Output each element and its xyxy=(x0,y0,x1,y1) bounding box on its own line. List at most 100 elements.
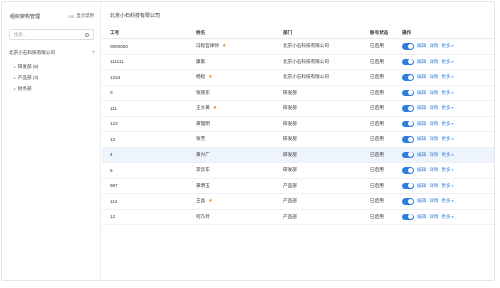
more-label: 更多 xyxy=(441,105,451,111)
toggle-label: 显示禁用 xyxy=(76,13,94,18)
cell-dept: 研发部 xyxy=(283,89,297,95)
toggle-switch-icon[interactable] xyxy=(68,14,75,18)
tree-item-label: 研发部 (8) xyxy=(17,63,39,69)
more-dropdown[interactable]: 更多 ▾ xyxy=(441,59,453,65)
chevron-right-icon[interactable]: ▸ xyxy=(14,87,16,91)
more-dropdown[interactable]: 更多 ▾ xyxy=(441,214,453,220)
edit-link[interactable]: 编辑 xyxy=(417,74,426,80)
table-row[interactable]: 12 何乃玲 产品部 已启用 编辑 详情 更多 ▾ xyxy=(102,210,494,225)
cell-status: 已启用 xyxy=(370,213,384,219)
edit-link[interactable]: 编辑 xyxy=(417,198,426,204)
employee-name: 冯程哲律师 xyxy=(196,43,219,49)
cell-dept: 研发部 xyxy=(283,120,297,126)
detail-link[interactable]: 详情 xyxy=(429,214,438,220)
more-dropdown[interactable]: 更多 ▾ xyxy=(441,43,453,49)
table-row[interactable]: 987 黄明玉 产品部 已启用 编辑 详情 更多 ▾ xyxy=(102,179,494,194)
edit-link[interactable]: 编辑 xyxy=(417,152,426,158)
account-toggle[interactable] xyxy=(402,213,414,220)
edit-link[interactable]: 编辑 xyxy=(417,136,426,142)
cell-dept: 产品部 xyxy=(283,213,297,219)
employee-name: 李云东 xyxy=(196,167,210,173)
chevron-right-icon[interactable]: ▸ xyxy=(14,65,16,69)
table-row[interactable]: 111111 康家 北京小石科技有限公司 已启用 编辑 详情 更多 ▾ xyxy=(102,55,494,70)
more-label: 更多 xyxy=(441,136,451,142)
tree-item-rd[interactable]: ▸ 研发部 (8) xyxy=(14,63,38,70)
employee-name: 何乃玲 xyxy=(196,213,210,219)
more-dropdown[interactable]: 更多 ▾ xyxy=(441,74,453,80)
edit-link[interactable]: 编辑 xyxy=(417,214,426,220)
search-placeholder: 搜索... xyxy=(14,31,27,37)
more-label: 更多 xyxy=(441,198,451,204)
account-toggle[interactable] xyxy=(402,58,414,65)
detail-link[interactable]: 详情 xyxy=(429,198,438,204)
account-toggle[interactable] xyxy=(402,167,414,174)
more-dropdown[interactable]: 更多 ▾ xyxy=(441,136,453,142)
detail-link[interactable]: 详情 xyxy=(429,43,438,49)
detail-link[interactable]: 详情 xyxy=(429,59,438,65)
cell-status: 已启用 xyxy=(370,182,384,188)
sidebar-search-input[interactable]: 搜索... xyxy=(9,29,94,40)
chevron-down-icon: ▾ xyxy=(451,59,454,64)
cell-name: 康家 xyxy=(196,59,205,65)
cell-name: 张芳 xyxy=(196,136,205,142)
edit-link[interactable]: 编辑 xyxy=(417,43,426,49)
table-row[interactable]: 0 张晓东 研发部 已启用 编辑 详情 更多 ▾ xyxy=(102,86,494,101)
account-toggle[interactable] xyxy=(402,198,414,205)
star-icon: ★ xyxy=(208,198,213,205)
table-row[interactable]: 1234 杨程 ★ 北京小石科技有限公司 已启用 编辑 详情 更多 ▾ xyxy=(102,70,494,86)
edit-link[interactable]: 编辑 xyxy=(417,121,426,127)
cell-name: 冯程哲律师 ★ xyxy=(196,43,226,49)
col-header-ops: 操作 xyxy=(402,29,412,35)
detail-link[interactable]: 详情 xyxy=(429,183,438,189)
edit-link[interactable]: 编辑 xyxy=(417,59,426,65)
account-toggle[interactable] xyxy=(402,105,414,112)
detail-link[interactable]: 详情 xyxy=(429,121,438,127)
more-dropdown[interactable]: 更多 ▾ xyxy=(441,167,453,173)
more-dropdown[interactable]: 更多 ▾ xyxy=(441,183,453,189)
add-icon[interactable]: + xyxy=(91,50,95,56)
detail-link[interactable]: 详情 xyxy=(429,167,438,173)
edit-link[interactable]: 编辑 xyxy=(417,105,426,111)
more-dropdown[interactable]: 更多 ▾ xyxy=(441,121,453,127)
account-toggle[interactable] xyxy=(402,89,414,96)
show-disabled-toggle[interactable]: 显示禁用 xyxy=(68,13,94,19)
table-row[interactable]: 114 王晶 ★ 产品部 已启用 编辑 详情 更多 ▾ xyxy=(102,194,494,210)
table-row[interactable]: 4 黄兴广 研发部 已启用 编辑 详情 更多 ▾ xyxy=(102,147,494,163)
tree-root-company[interactable]: 北京小石科技有限公司 + xyxy=(9,49,95,57)
table-row[interactable]: 0000000 冯程哲律师 ★ 北京小石科技有限公司 已启用 编辑 详情 更多 ▾ xyxy=(102,39,494,55)
more-dropdown[interactable]: 更多 ▾ xyxy=(441,90,453,96)
table-row[interactable]: 111 王大黄 ★ 研发部 已启用 编辑 详情 更多 ▾ xyxy=(102,101,494,117)
tree-item-product[interactable]: ▸ 产品部 (3) xyxy=(14,74,38,81)
cell-id: 0 xyxy=(110,90,113,96)
cell-status: 已启用 xyxy=(370,151,384,157)
chevron-down-icon: ▾ xyxy=(451,152,454,157)
account-toggle[interactable] xyxy=(402,120,414,127)
more-dropdown[interactable]: 更多 ▾ xyxy=(441,198,453,204)
detail-link[interactable]: 详情 xyxy=(429,74,438,80)
account-toggle[interactable] xyxy=(402,136,414,143)
more-dropdown[interactable]: 更多 ▾ xyxy=(441,105,453,111)
edit-link[interactable]: 编辑 xyxy=(417,167,426,173)
table-row[interactable]: 123 黄理明 研发部 已启用 编辑 详情 更多 ▾ xyxy=(102,117,494,132)
detail-link[interactable]: 详情 xyxy=(429,136,438,142)
edit-link[interactable]: 编辑 xyxy=(417,183,426,189)
tree-item-finance[interactable]: ▸ 财务部 xyxy=(14,85,32,92)
detail-link[interactable]: 详情 xyxy=(429,152,438,158)
star-icon: ★ xyxy=(212,105,218,112)
chevron-right-icon[interactable]: ▸ xyxy=(14,76,16,80)
more-label: 更多 xyxy=(441,120,451,126)
account-toggle[interactable] xyxy=(402,43,414,50)
cell-status: 已启用 xyxy=(370,198,384,204)
employee-name: 王晶 xyxy=(196,198,206,204)
edit-link[interactable]: 编辑 xyxy=(417,90,426,96)
star-icon: ★ xyxy=(221,43,227,50)
cell-name: 张晓东 xyxy=(196,90,210,96)
detail-link[interactable]: 详情 xyxy=(429,105,438,111)
account-toggle[interactable] xyxy=(402,182,414,189)
account-toggle[interactable] xyxy=(402,151,414,158)
account-toggle[interactable] xyxy=(402,74,414,81)
detail-link[interactable]: 详情 xyxy=(429,90,438,96)
table-row[interactable]: 13 张芳 研发部 已启用 编辑 详情 更多 ▾ xyxy=(102,132,494,148)
more-dropdown[interactable]: 更多 ▾ xyxy=(441,152,453,158)
table-row[interactable]: 5 李云东 研发部 已启用 编辑 详情 更多 ▾ xyxy=(102,163,494,179)
